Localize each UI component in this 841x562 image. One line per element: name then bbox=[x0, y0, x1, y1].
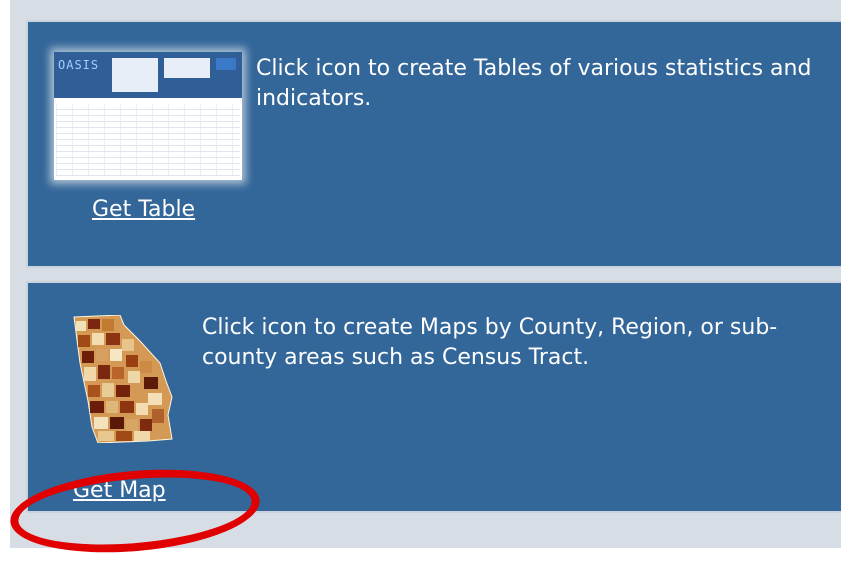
thumbnail-logo: OASIS bbox=[58, 58, 100, 72]
map-description: Click icon to create Maps by County, Reg… bbox=[202, 315, 778, 370]
thumbnail-panel bbox=[112, 58, 158, 92]
map-panel: Click icon to create Maps by County, Reg… bbox=[26, 281, 841, 513]
table-panel: OASIS Click icon to create Tables of var… bbox=[26, 20, 841, 268]
thumbnail-panel bbox=[216, 58, 236, 70]
thumbnail-panel bbox=[164, 58, 210, 78]
table-description: Click icon to create Tables of various s… bbox=[256, 56, 812, 111]
get-table-link[interactable]: Get Table bbox=[92, 197, 195, 222]
thumbnail-grid bbox=[56, 104, 240, 176]
table-thumbnail-icon[interactable]: OASIS bbox=[54, 52, 242, 180]
georgia-map-icon[interactable] bbox=[68, 315, 188, 443]
get-map-link[interactable]: Get Map bbox=[73, 478, 166, 503]
